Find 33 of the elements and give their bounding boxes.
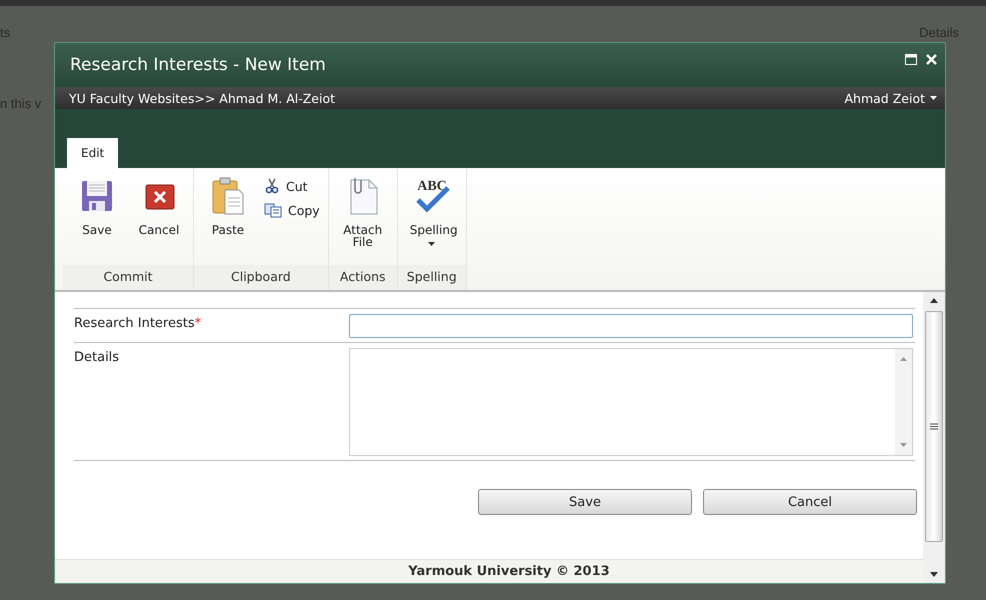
field-label: Details (74, 349, 120, 367)
copyright-text: Yarmouk University © 2013 (408, 564, 610, 579)
user-menu[interactable]: Ahmad Zeiot (844, 90, 937, 106)
form-button[interactable]: Cancel (703, 489, 917, 515)
group-label: Clipboard (194, 265, 328, 290)
grip-icon (930, 423, 938, 430)
clipboard-icon (211, 176, 245, 216)
maximize-icon[interactable] (905, 54, 917, 65)
ribbon-button[interactable]: Attach File (332, 174, 393, 264)
group-label: Commit (63, 265, 193, 290)
scroll-thumb[interactable] (925, 311, 943, 542)
text-field[interactable] (349, 314, 913, 338)
copy-icon (264, 202, 282, 218)
ribbon-button[interactable]: Copy (260, 200, 324, 220)
group-label: Spelling (398, 265, 466, 290)
ribbon-button[interactable]: Cancel (129, 174, 189, 264)
ribbon-button[interactable]: ABC Spelling (402, 174, 462, 264)
scroll-up-icon[interactable] (930, 298, 938, 303)
ribbon-button[interactable]: Cut (260, 176, 324, 196)
scissors-icon (264, 178, 280, 194)
scroll-down-icon[interactable] (930, 572, 938, 577)
window-title: Research Interests - New Item (70, 55, 326, 75)
scrollbar[interactable] (923, 292, 945, 583)
caret-icon (930, 96, 937, 100)
breadcrumb[interactable]: YU Faculty Websites>> Ahmad M. Al-Zeiot (69, 90, 336, 106)
group-label: Actions (328, 265, 397, 290)
form-button[interactable]: Save (478, 489, 692, 515)
text-area[interactable] (349, 348, 913, 456)
ribbon-button[interactable]: Save (67, 174, 127, 264)
close-icon[interactable] (926, 54, 937, 65)
field-label: Research Interests* (74, 315, 202, 333)
ribbon-button[interactable]: Paste (198, 174, 258, 264)
ribbon-tab[interactable]: Edit (67, 138, 118, 168)
